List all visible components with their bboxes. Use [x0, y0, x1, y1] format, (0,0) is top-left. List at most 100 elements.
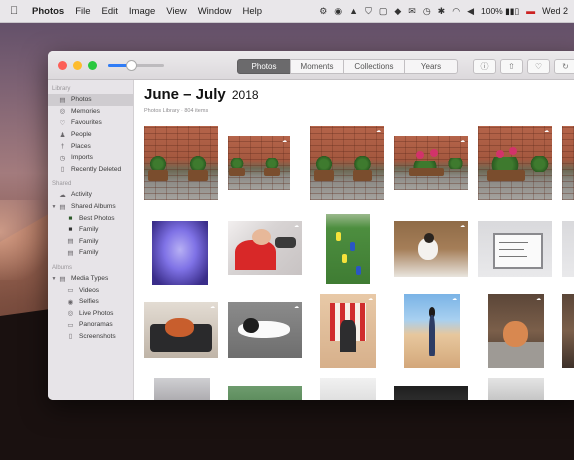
memories-icon: ◎ [59, 108, 66, 116]
photo-thumbnail[interactable] [488, 378, 544, 400]
drive-icon[interactable]: ▲ [349, 6, 358, 16]
sidebar-item-screenshots[interactable]: ▯ Screenshots [48, 331, 133, 343]
sidebar-item-label: Shared Albums [71, 203, 116, 211]
sidebar-item-shared-albums[interactable]: ▼ ▤ Shared Albums [48, 201, 133, 213]
bluetooth-icon[interactable]: ✱ [438, 6, 446, 17]
photo-thumbnail[interactable] [326, 214, 370, 284]
menubar-clock[interactable]: Wed 2 [542, 6, 568, 16]
sidebar-item-recently-deleted[interactable]: ▯ Recently Deleted [48, 164, 133, 176]
photo-thumbnail[interactable] [562, 221, 574, 277]
flag-icon[interactable]: ▬ [526, 6, 535, 16]
sidebar-item-activity[interactable]: ☁ Activity [48, 189, 133, 201]
sidebar-item-media-types[interactable]: ▼ ▤ Media Types [48, 273, 133, 285]
clock-icon: ◷ [59, 154, 66, 162]
status-menus: ⚙ ◉ ▲ ⛉ ▢ ◆ ✉ ◷ ✱ ◠ ◀ 100% ▮▮▯ ▬ Wed 2 [319, 6, 574, 17]
photo-thumbnail[interactable] [154, 378, 210, 400]
favorite-button[interactable]: ♡ [527, 59, 550, 74]
title-year: 2018 [231, 88, 259, 102]
sidebar-item-family-3[interactable]: ▤ Family [48, 247, 133, 259]
menu-photos[interactable]: Photos [32, 6, 64, 17]
sidebar-item-label: Imports [71, 154, 93, 162]
menu-file[interactable]: File [75, 6, 90, 17]
app-status-icon[interactable]: ◆ [394, 6, 401, 17]
sidebar-item-favourites[interactable]: ♡ Favourites [48, 117, 133, 129]
photo-thumbnail[interactable]: ☁ [394, 136, 468, 190]
tab-moments[interactable]: Moments [290, 59, 344, 74]
zoom-knob[interactable] [126, 60, 138, 71]
writing [498, 255, 527, 257]
sidebar-item-memories[interactable]: ◎ Memories [48, 106, 133, 118]
volume-icon[interactable]: ◀ [467, 6, 474, 17]
location-icon[interactable]: ◉ [334, 6, 342, 17]
sidebar-item-label: Panoramas [79, 321, 113, 329]
sidebar-item-places[interactable]: † Places [48, 140, 133, 152]
menu-edit[interactable]: Edit [102, 6, 118, 17]
disclosure-triangle-icon[interactable]: ▼ [51, 204, 57, 210]
sidebar-item-videos[interactable]: ▭ Videos [48, 284, 133, 296]
sidebar-item-panoramas[interactable]: ▭ Panoramas [48, 319, 133, 331]
sidebar: Library ▤ Photos ◎ Memories ♡ Favourites ♟ P… [48, 80, 134, 400]
photo-thumbnail[interactable]: ☁ [144, 302, 218, 358]
person [428, 314, 436, 357]
wifi-icon[interactable]: ◠ [452, 6, 460, 17]
page-title: June – July 2018 [144, 86, 259, 103]
album-thumbnail-icon: ■ [68, 226, 73, 234]
tab-photos[interactable]: Photos [237, 59, 291, 74]
plant [447, 157, 464, 170]
photo-thumbnail[interactable]: ☁ [310, 126, 384, 200]
time-machine-icon[interactable]: ◷ [423, 6, 431, 17]
sidebar-item-photos[interactable]: ▤ Photos [48, 94, 133, 106]
sync-icon[interactable]: ⚙ [319, 6, 327, 17]
photo-thumbnail[interactable]: ☁ [228, 221, 302, 275]
photo-thumbnail[interactable] [320, 378, 376, 400]
photo-thumbnail[interactable]: ☁ [228, 302, 302, 358]
photo-thumbnail[interactable] [478, 221, 552, 277]
zoom-slider[interactable] [108, 60, 164, 71]
video-icon: ▭ [67, 287, 74, 295]
menu-image[interactable]: Image [129, 6, 155, 17]
chat-icon[interactable]: ✉ [408, 6, 416, 17]
planter [148, 170, 168, 181]
sidebar-item-imports[interactable]: ◷ Imports [48, 152, 133, 164]
shield-icon[interactable]: ⛉ [365, 6, 372, 17]
view-tabs: Photos Moments Collections Years [237, 59, 458, 74]
sidebar-item-family-1[interactable]: ■ Family [48, 224, 133, 236]
photo-thumbnail[interactable] [152, 221, 208, 285]
disclosure-triangle-icon[interactable]: ▼ [51, 276, 57, 282]
sidebar-item-live-photos[interactable]: ◎ Live Photos [48, 308, 133, 320]
tab-years[interactable]: Years [404, 59, 458, 74]
battery-indicator[interactable]: 100% ▮▮▯ [481, 6, 519, 17]
photo-thumbnail[interactable]: ☁ [488, 294, 544, 368]
minimize-button[interactable] [73, 60, 82, 70]
sidebar-item-label: Videos [79, 286, 100, 294]
rotate-button[interactable]: ↻ [554, 59, 574, 74]
fullscreen-button[interactable] [88, 60, 97, 70]
photo-thumbnail[interactable] [562, 126, 574, 200]
photo-thumbnail[interactable]: ☁ [394, 221, 468, 277]
sidebar-item-best-photos[interactable]: ■ Best Photos [48, 212, 133, 224]
photo-thumbnail[interactable]: ☁ [404, 294, 460, 368]
photo-thumbnail[interactable] [228, 386, 302, 400]
info-button[interactable]: ⓘ [473, 59, 496, 74]
menu-help[interactable]: Help [243, 6, 263, 17]
sidebar-item-family-2[interactable]: ▤ Family [48, 236, 133, 248]
share-button[interactable]: ⇧ [500, 59, 523, 74]
photo-thumbnail[interactable]: ☁ [228, 136, 290, 190]
sidebar-item-people[interactable]: ♟ People [48, 129, 133, 141]
photo-thumbnail[interactable]: ☁ [320, 294, 376, 368]
photo-thumbnail[interactable] [144, 126, 218, 200]
photo-thumbnail[interactable] [394, 386, 468, 400]
apple-menu-icon[interactable]:  [10, 5, 24, 17]
close-button[interactable] [58, 60, 67, 70]
tab-collections[interactable]: Collections [343, 59, 405, 74]
menu-window[interactable]: Window [198, 6, 232, 17]
sidebar-item-selfies[interactable]: ◉ Selfies [48, 296, 133, 308]
menu-view[interactable]: View [166, 6, 186, 17]
planter [229, 168, 246, 176]
photo-thumbnail[interactable]: ☁ [478, 126, 552, 200]
share-icon: ⇧ [508, 62, 515, 71]
screen-icon[interactable]: ▢ [379, 6, 388, 17]
page-subtitle: Photos Library · 804 items [144, 108, 209, 114]
photo-thumbnail[interactable] [562, 294, 574, 368]
sidebar-item-label: Best Photos [79, 214, 115, 222]
